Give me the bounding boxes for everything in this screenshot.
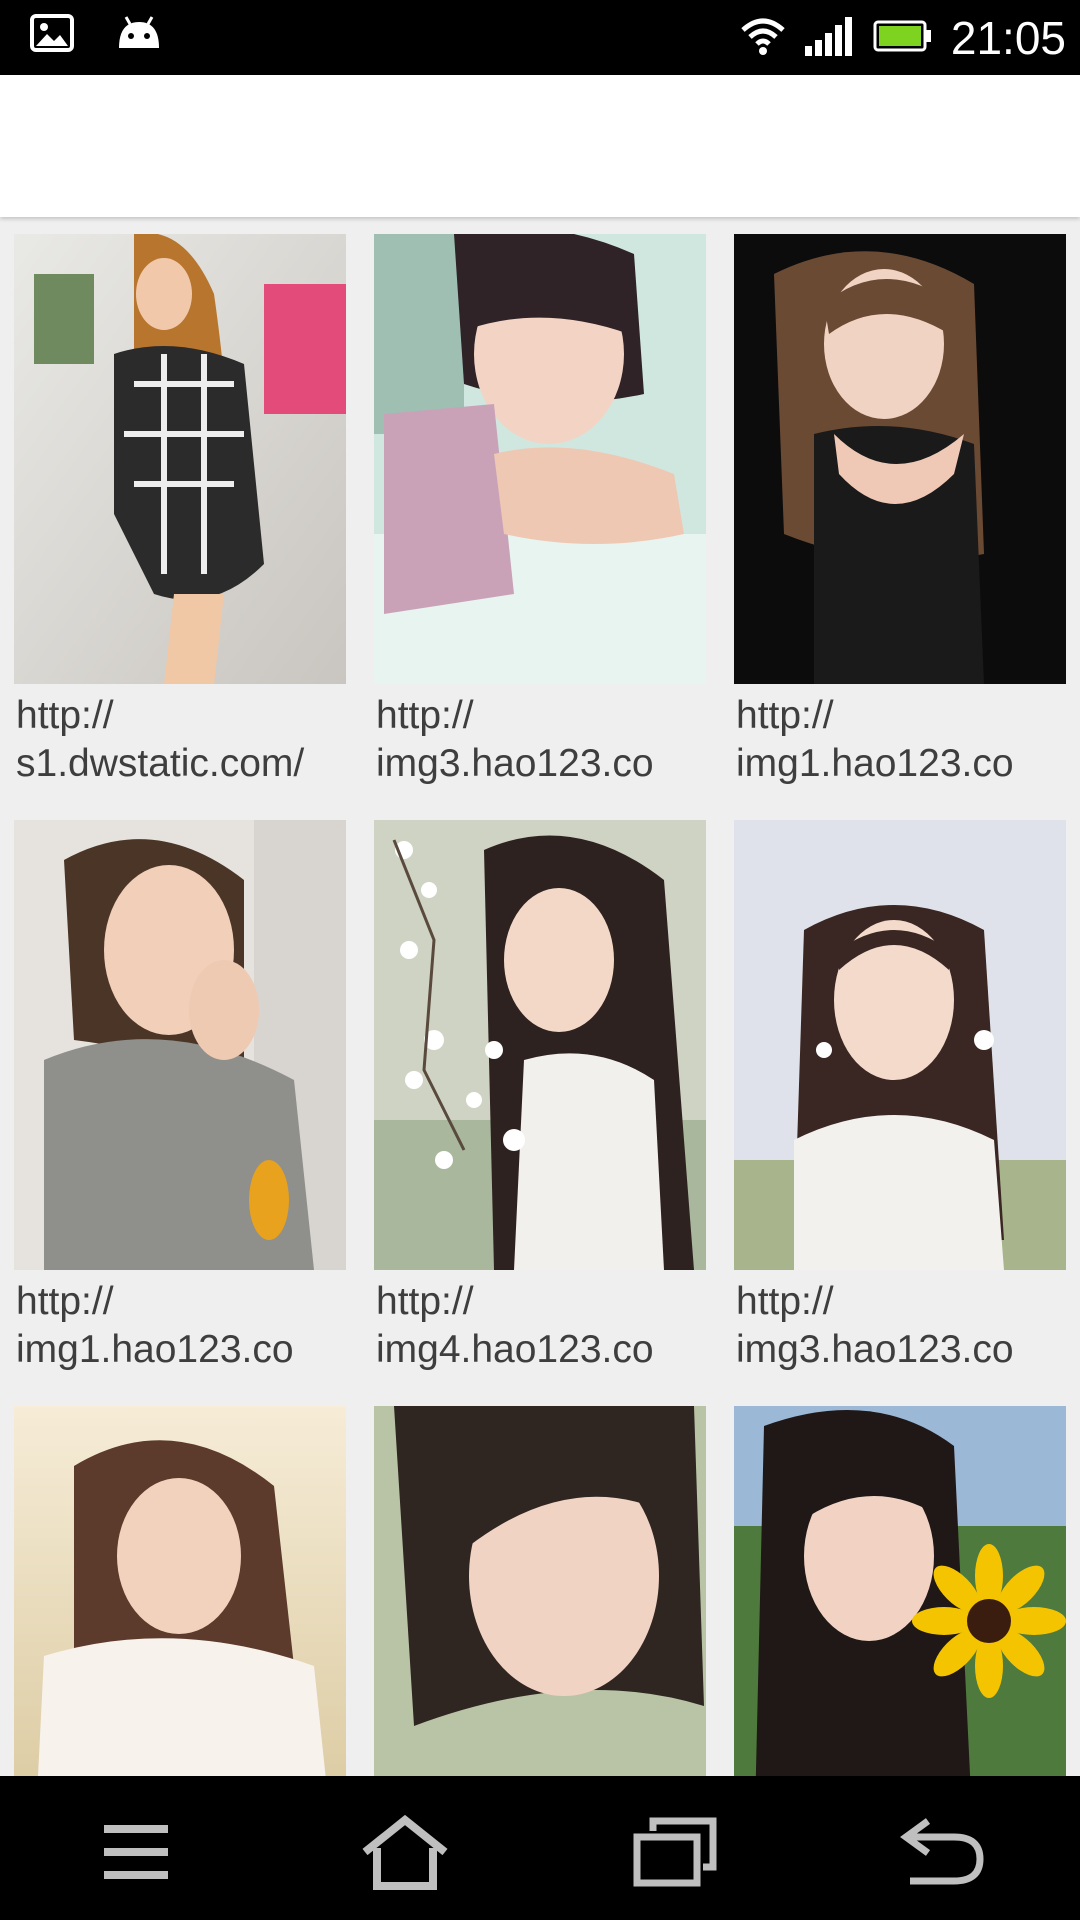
home-icon bbox=[362, 1814, 448, 1890]
menu-icon bbox=[104, 1825, 168, 1879]
grid-item[interactable]: http://s1.dwstatic.com/ bbox=[14, 234, 346, 785]
photo-thumbnail[interactable] bbox=[374, 1406, 706, 1776]
grid-item[interactable] bbox=[374, 1406, 706, 1776]
signal-icon bbox=[804, 16, 855, 61]
photo-url-caption: http://img1.hao123.co bbox=[736, 694, 1014, 785]
grid-item[interactable]: http://img4.hao123.co bbox=[374, 820, 706, 1371]
photo-thumbnail[interactable] bbox=[14, 820, 346, 1270]
photo-url-caption: http://img1.hao123.co bbox=[16, 1280, 294, 1371]
grid-item[interactable]: http://img3.hao123.co bbox=[374, 234, 706, 785]
status-bar: 21:05 bbox=[0, 0, 1080, 75]
wifi-icon bbox=[739, 16, 787, 61]
photo-thumbnail[interactable] bbox=[734, 234, 1066, 684]
android-notification-icon bbox=[114, 14, 164, 57]
battery-icon bbox=[873, 19, 933, 58]
back-icon bbox=[900, 1818, 984, 1885]
back-button[interactable] bbox=[888, 1812, 998, 1892]
status-time: 21:05 bbox=[950, 12, 1066, 64]
photo-url-caption: http://s1.dwstatic.com/ bbox=[16, 694, 305, 785]
grid-item[interactable] bbox=[734, 1406, 1066, 1776]
gallery-notification-icon bbox=[30, 14, 74, 57]
home-button[interactable] bbox=[350, 1812, 460, 1892]
photo-url-caption: http://img3.hao123.co bbox=[376, 694, 654, 785]
photo-url-caption: http://img4.hao123.co bbox=[376, 1280, 654, 1371]
grid-item[interactable]: http://img1.hao123.co bbox=[14, 820, 346, 1371]
navigation-bar bbox=[0, 1776, 1080, 1920]
photo-thumbnail[interactable] bbox=[734, 820, 1066, 1270]
grid-item[interactable] bbox=[14, 1406, 346, 1776]
photo-thumbnail[interactable] bbox=[374, 234, 706, 684]
photo-url-caption: http://img3.hao123.co bbox=[736, 1280, 1014, 1371]
photo-thumbnail[interactable] bbox=[14, 1406, 346, 1776]
photo-thumbnail[interactable] bbox=[734, 1406, 1066, 1776]
photo-thumbnail[interactable] bbox=[374, 820, 706, 1270]
grid-item[interactable]: http://img1.hao123.co bbox=[734, 234, 1066, 785]
photo-thumbnail[interactable] bbox=[14, 234, 346, 684]
action-bar bbox=[0, 75, 1080, 217]
photo-grid[interactable]: http://s1.dwstatic.com/ http://img3.hao1… bbox=[14, 234, 1066, 1776]
grid-item[interactable]: http://img3.hao123.co bbox=[734, 820, 1066, 1371]
menu-button[interactable] bbox=[82, 1812, 192, 1892]
recent-apps-button[interactable] bbox=[620, 1812, 730, 1892]
recent-apps-icon bbox=[633, 1817, 717, 1887]
